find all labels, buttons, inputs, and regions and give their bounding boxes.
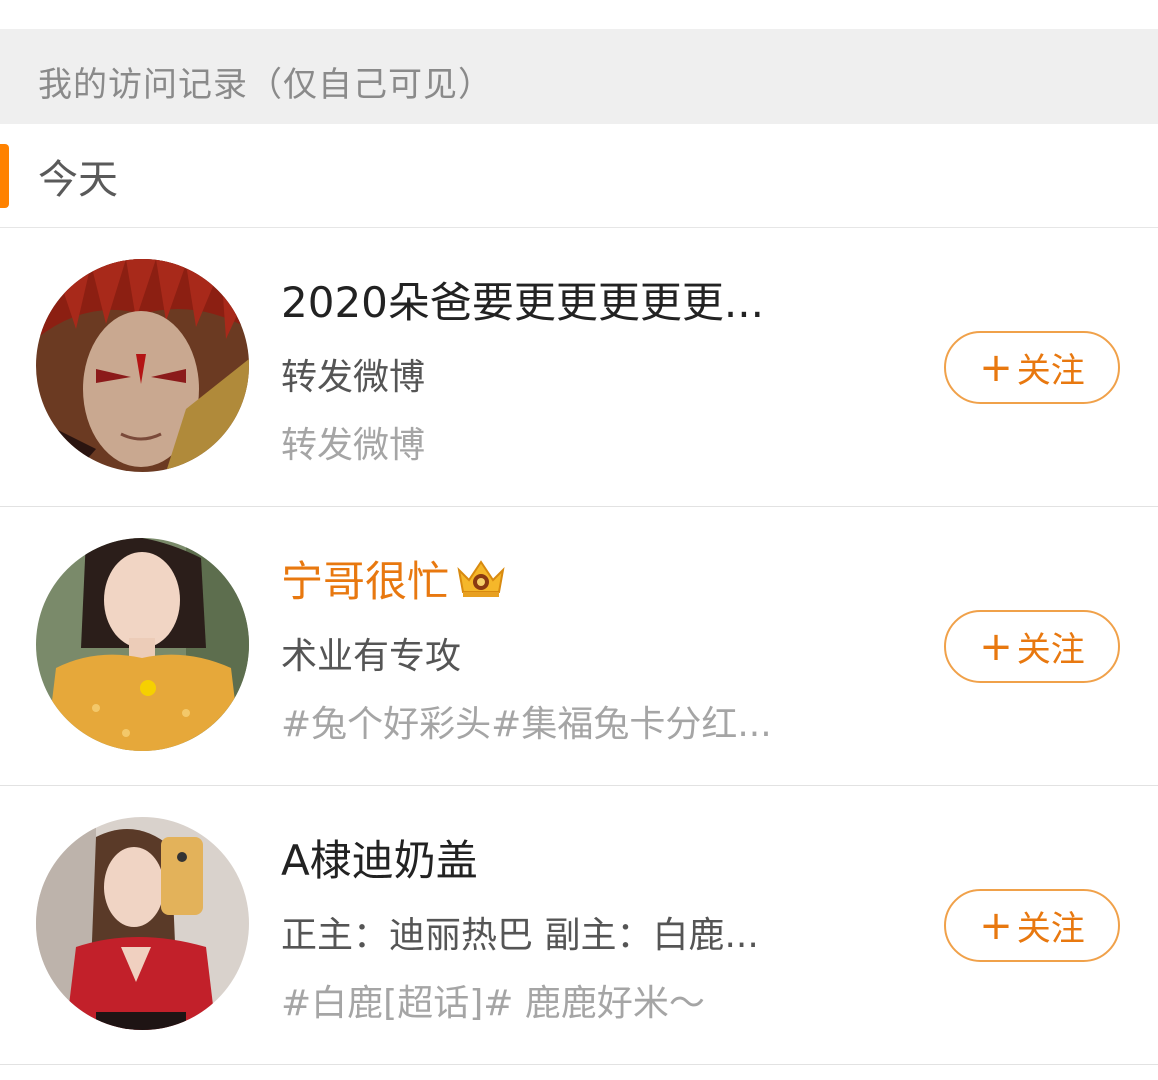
avatar[interactable] [36,817,249,1030]
plus-icon: + [979,623,1013,670]
day-group-header: 今天 [0,124,1158,228]
follow-label: 关注 [1016,351,1085,391]
visitor-bio: 术业有专攻 [281,636,462,677]
visitor-recent-post: 转发微博 [281,425,426,466]
avatar[interactable] [36,259,249,472]
visitor-name[interactable]: 宁哥很忙 [281,548,449,609]
avatar-woman-red-top-icon [36,817,249,1030]
visitor-row[interactable]: A棣迪奶盖 正主：迪丽热巴 副主：白鹿... #白鹿[超话]# 鹿鹿好米～ + … [0,786,1158,1065]
avatar-woman-yellow-top-icon [36,538,249,751]
follow-button[interactable]: + 关注 [944,889,1120,962]
visitor-bio: 正主：迪丽热巴 副主：白鹿... [281,915,759,956]
visitor-recent-post: #兔个好彩头#集福兔卡分红... [281,704,772,745]
visitor-name[interactable]: 2020朵爸要更更更更更... [281,269,764,330]
plus-icon: + [979,344,1013,391]
visitor-name[interactable]: A棣迪奶盖 [281,827,478,888]
follow-button[interactable]: + 关注 [944,331,1120,404]
top-spacer [0,0,1158,29]
name-line: 宁哥很忙 [281,549,509,607]
visitor-bio: 转发微博 [281,357,426,398]
visitor-row[interactable]: 宁哥很忙 术业有专攻 #兔个好彩头#集福兔卡分红... + 关注 [0,507,1158,786]
section-title: 我的访问记录（仅自己可见） [38,65,493,105]
follow-label: 关注 [1016,630,1085,670]
section-header: 我的访问记录（仅自己可见） [0,29,1158,124]
visitor-recent-post: #白鹿[超话]# 鹿鹿好米～ [281,983,705,1024]
follow-label: 关注 [1016,909,1085,949]
crown-icon [457,560,505,597]
follow-button[interactable]: + 关注 [944,610,1120,683]
visitor-row[interactable]: 2020朵爸要更更更更更... 转发微博 转发微博 + 关注 [0,228,1158,507]
day-label: 今天 [38,156,118,203]
day-marker-bar [0,144,9,208]
avatar-demon-warrior-icon [36,259,249,472]
name-line: 2020朵爸要更更更更更... [281,270,764,328]
avatar[interactable] [36,538,249,751]
plus-icon: + [979,902,1013,949]
name-line: A棣迪奶盖 [281,828,478,886]
